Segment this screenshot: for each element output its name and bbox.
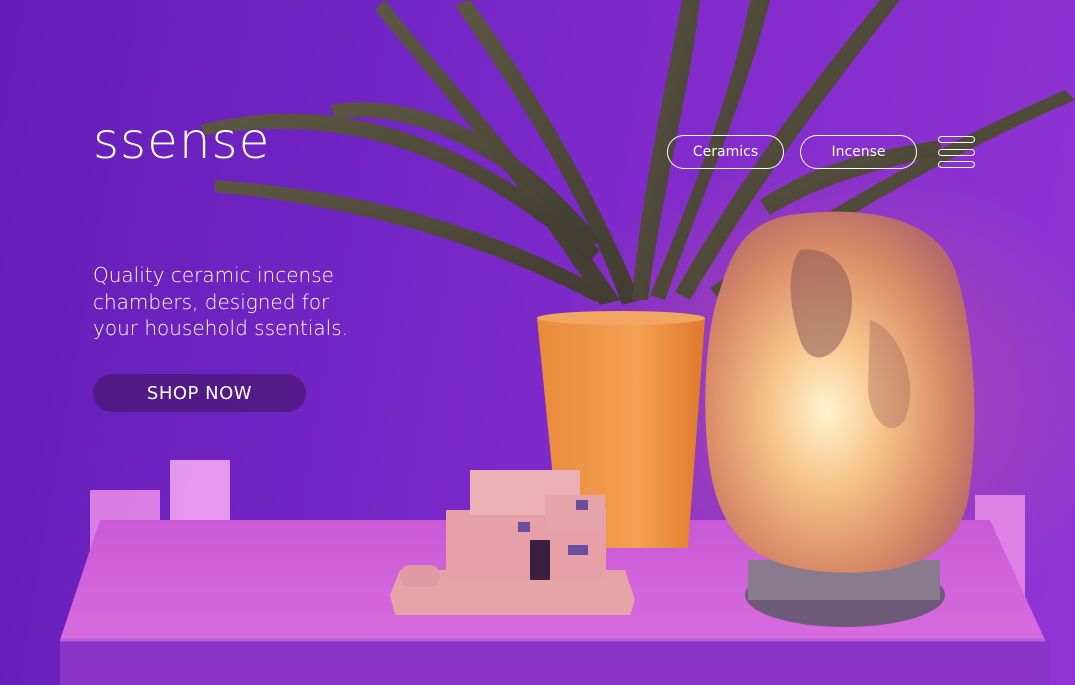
shelf-scene-illustration (0, 0, 1075, 685)
menu-bar-bottom (938, 161, 975, 168)
tagline-line-3: your household ssentials. (93, 316, 348, 340)
hero-tagline: Quality ceramic incense chambers, design… (93, 262, 393, 342)
hero-background-photo (0, 0, 1075, 685)
tagline-line-2: chambers, designed for (93, 289, 330, 314)
menu-bar-middle (938, 148, 975, 156)
brand-logo[interactable]: ssense (93, 116, 270, 166)
shop-now-button[interactable]: SHOP NOW (93, 374, 306, 412)
top-nav: Ceramics Incense (667, 135, 975, 169)
hamburger-menu-icon[interactable] (938, 136, 975, 168)
nav-incense-button[interactable]: Incense (800, 135, 917, 169)
tagline-line-1: Quality ceramic incense (93, 263, 334, 287)
menu-bar-top (938, 136, 975, 143)
nav-ceramics-button[interactable]: Ceramics (667, 135, 784, 169)
